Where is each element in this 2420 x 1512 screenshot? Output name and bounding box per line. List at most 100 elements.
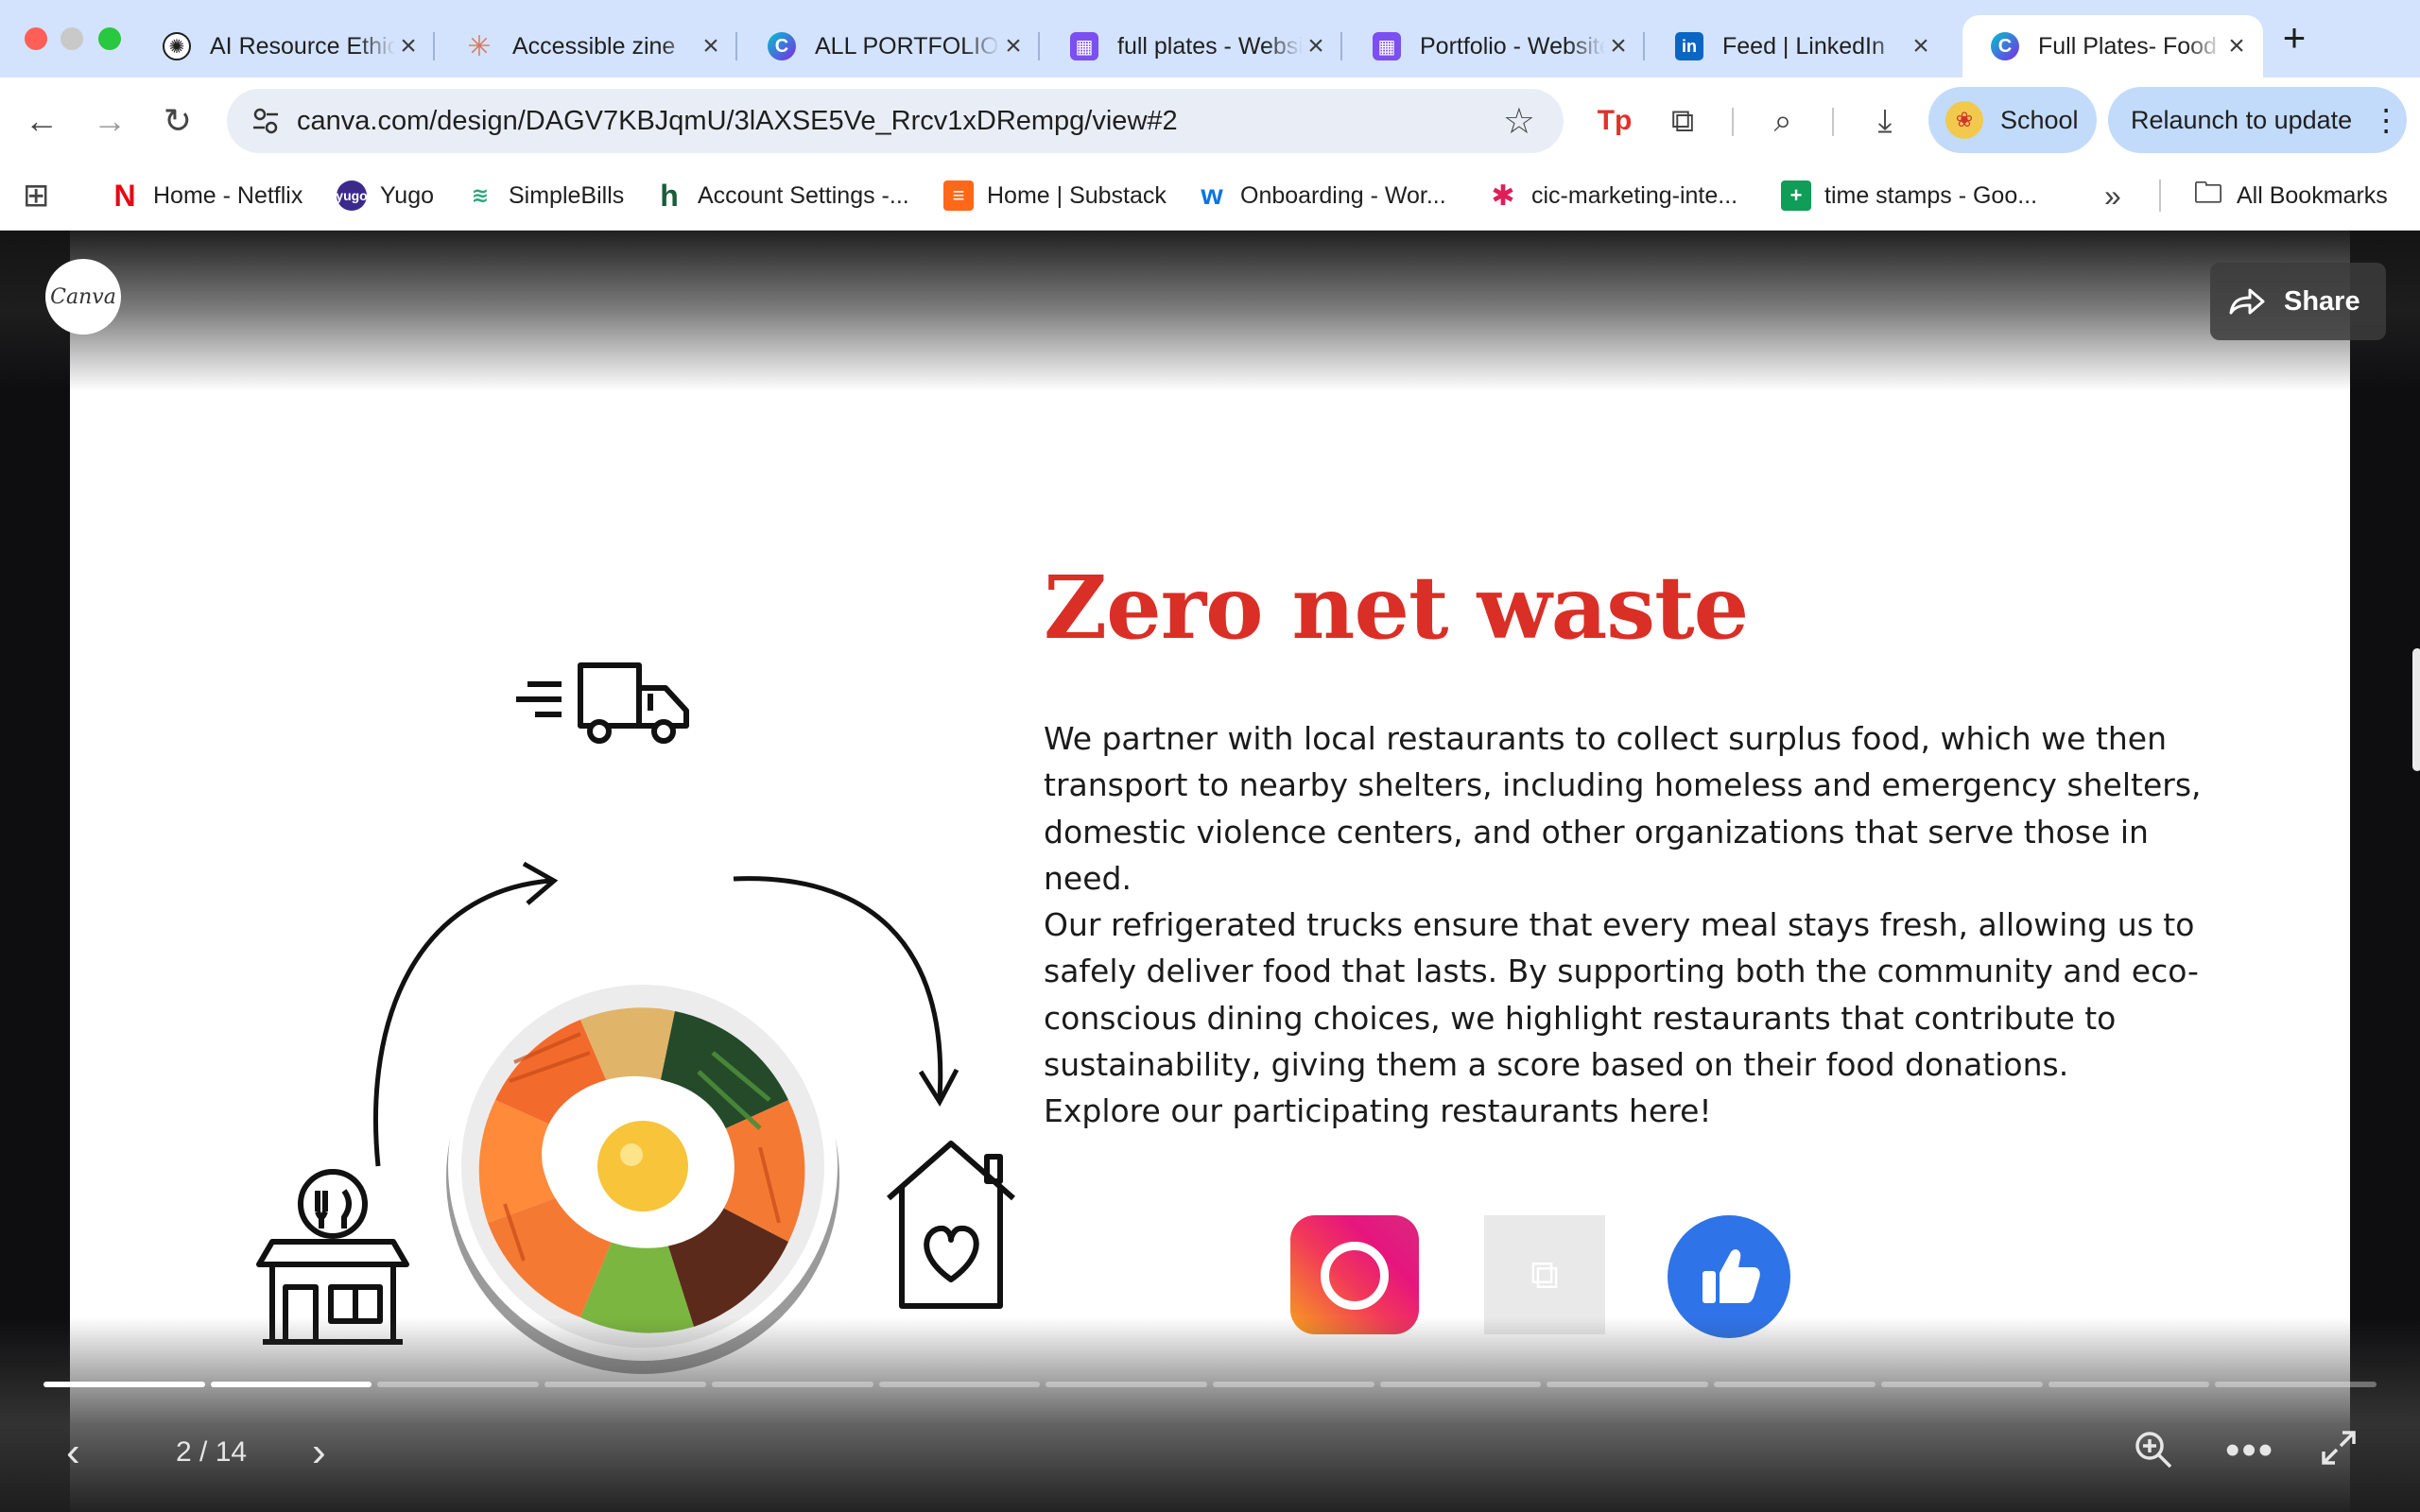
bookmark-item[interactable]: ✱ cic-marketing-inte... — [1488, 164, 1737, 227]
bookmark-item[interactable]: ≋ SimpleBills — [465, 164, 624, 227]
previous-slide-icon[interactable]: ‹ — [66, 1429, 80, 1476]
browser-tab-active[interactable]: C Full Plates- Food × — [1962, 15, 2263, 77]
linkedin-icon: in — [1675, 32, 1703, 60]
forward-icon[interactable]: → — [87, 98, 132, 144]
address-bar[interactable]: canva.com/design/DAGV7KBJqmU/3lAXSE5Ve_R… — [227, 89, 1564, 153]
claude-icon: ✳ — [467, 30, 492, 62]
fullscreen-icon[interactable] — [2320, 1429, 2358, 1467]
slide-body: We partner with local restaurants to col… — [1044, 715, 2225, 1135]
tab-strip: ✺ AI Resource Ethics × ✳ Accessible zine… — [0, 0, 2420, 77]
body-paragraph: Our refrigerated trucks ensure that ever… — [1044, 906, 2199, 1084]
calendar-icon: ▦ — [1373, 32, 1401, 60]
progress-segment[interactable] — [544, 1382, 706, 1387]
canva-icon: C — [768, 32, 796, 60]
page-counter: 2 / 14 — [176, 1436, 248, 1468]
all-bookmarks-button[interactable]: 🗀 All Bookmarks — [2193, 164, 2388, 227]
sheets-icon: + — [1781, 180, 1811, 211]
bookmarks-bar: ⊞ N Home - Netflix yugo Yugo ≋ SimpleBil… — [0, 164, 2420, 231]
progress-segment[interactable] — [43, 1382, 205, 1387]
progress-segment[interactable] — [878, 1382, 1041, 1387]
browser-tab[interactable]: ✺ AI Resource Ethics × — [134, 15, 435, 77]
workday-icon: w — [1201, 180, 1223, 211]
browser-tab[interactable]: C ALL PORTFOLIO × — [739, 15, 1040, 77]
progress-segment[interactable] — [210, 1382, 372, 1387]
canva-logo[interactable]: Canva — [45, 259, 121, 335]
calendar-icon: ▦ — [1070, 32, 1098, 60]
progress-segment[interactable] — [377, 1382, 540, 1387]
progress-segment[interactable] — [1213, 1382, 1374, 1387]
progress-segment[interactable] — [1547, 1382, 1709, 1387]
bookmark-item[interactable]: w Onboarding - Wor... — [1197, 164, 1445, 227]
canva-viewer: Zero net waste We partner with local res… — [0, 231, 2420, 1512]
bookmark-item[interactable]: N Home - Netflix — [110, 164, 302, 227]
bookmark-item[interactable]: h Account Settings -... — [654, 164, 909, 227]
browser-tab[interactable]: ▦ full plates - Website × — [1042, 15, 1342, 77]
progress-segment[interactable] — [1379, 1382, 1542, 1387]
avatar: ❀ — [1945, 101, 1983, 139]
folder-icon: 🗀 — [2194, 177, 2222, 209]
more-options-icon[interactable]: ••• — [2225, 1427, 2274, 1474]
side-scroll-handle[interactable] — [2412, 648, 2420, 771]
minimize-window-button[interactable] — [60, 27, 83, 50]
site-settings-icon[interactable] — [250, 105, 282, 137]
slack-icon: ✱ — [1491, 180, 1515, 212]
restaurant-icon — [256, 1169, 409, 1345]
bookmark-star-icon[interactable]: ☆ — [1503, 100, 1535, 143]
download-icon[interactable]: ⤓ — [1862, 98, 1908, 144]
bookmark-item[interactable]: yugo Yugo — [336, 164, 434, 227]
delivery-truck-icon — [516, 662, 689, 744]
zoom-in-icon[interactable] — [2133, 1429, 2174, 1470]
maximize-window-button[interactable] — [98, 27, 121, 50]
slide-progress-bar[interactable] — [43, 1382, 2377, 1387]
browser-tab[interactable]: in Feed | LinkedIn × — [1647, 15, 1947, 77]
close-tab-icon[interactable]: × — [1000, 32, 1027, 60]
relaunch-update-button[interactable]: Relaunch to update ⋮ — [2108, 87, 2407, 153]
progress-segment[interactable] — [1880, 1382, 2043, 1387]
top-overlay — [0, 231, 2420, 391]
browser-toolbar: ← → ↻ canva.com/design/DAGV7KBJqmU/3lAXS… — [0, 77, 2420, 164]
profile-button[interactable]: ❀ School — [1928, 87, 2097, 153]
progress-segment[interactable] — [711, 1382, 873, 1387]
close-tab-icon[interactable]: × — [395, 32, 422, 60]
body-paragraph: We partner with local restaurants to col… — [1044, 720, 2202, 897]
browser-tab[interactable]: ▦ Portfolio - Website × — [1344, 15, 1645, 77]
slide-title: Zero net waste — [1044, 557, 1749, 659]
food-bowl-icon — [446, 971, 839, 1374]
canva-icon: C — [1991, 32, 2019, 60]
food-rescue-cycle-illustration — [256, 662, 1015, 1374]
menu-dots-icon[interactable]: ⋮ — [2371, 102, 2401, 138]
back-icon[interactable]: ← — [19, 98, 64, 144]
more-bookmarks-icon[interactable]: » — [2104, 164, 2121, 227]
substack-icon: ≡ — [943, 180, 974, 211]
bookmark-item[interactable]: ≡ Home | Substack — [943, 164, 1167, 227]
extensions-puzzle-icon[interactable]: ⧉ — [1660, 98, 1705, 144]
houzz-icon: h — [660, 178, 679, 213]
extension-tp-icon[interactable]: Tp — [1592, 98, 1637, 144]
bookmark-item[interactable]: + time stamps - Goo... — [1781, 164, 2037, 227]
share-icon — [2229, 288, 2265, 315]
browser-tab[interactable]: ✳ Accessible zine × — [437, 15, 737, 77]
reload-icon[interactable]: ↻ — [155, 98, 200, 144]
next-slide-icon[interactable]: › — [312, 1429, 326, 1476]
body-paragraph: Explore our participating restaurants he… — [1044, 1092, 1712, 1130]
close-window-button[interactable] — [25, 27, 47, 50]
progress-segment[interactable] — [2048, 1382, 2210, 1387]
url-text[interactable]: canva.com/design/DAGV7KBJqmU/3lAXSE5Ve_R… — [297, 89, 1178, 153]
house-heart-icon — [887, 1141, 1015, 1309]
close-tab-icon[interactable]: × — [2223, 32, 2250, 60]
close-tab-icon[interactable]: × — [1303, 32, 1329, 60]
close-tab-icon[interactable]: × — [1908, 32, 1934, 60]
progress-segment[interactable] — [2215, 1382, 2377, 1387]
progress-segment[interactable] — [1714, 1382, 1876, 1387]
share-button[interactable]: Share — [2210, 263, 2386, 340]
bottom-overlay — [0, 1317, 2420, 1512]
chatgpt-icon: ✺ — [163, 32, 191, 60]
progress-segment[interactable] — [1046, 1382, 1208, 1387]
divider — [2159, 180, 2161, 212]
close-tab-icon[interactable]: × — [1605, 32, 1632, 60]
close-tab-icon[interactable]: × — [698, 32, 724, 60]
yugo-icon: yugo — [336, 180, 368, 211]
tab-search-icon[interactable]: ⌕ — [1760, 98, 1806, 144]
new-tab-button[interactable]: + — [2273, 17, 2316, 60]
apps-grid-icon[interactable]: ⊞ — [23, 164, 50, 227]
